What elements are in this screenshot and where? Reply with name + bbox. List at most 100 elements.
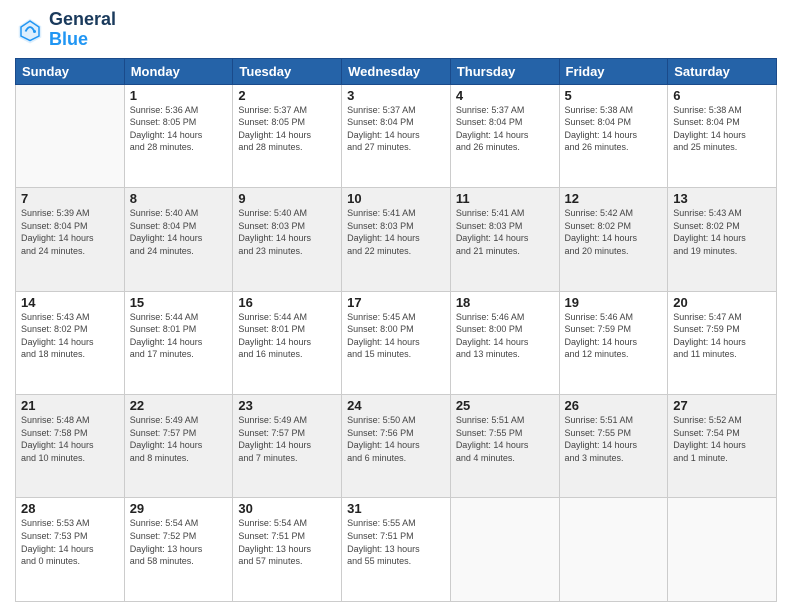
calendar-cell: 19Sunrise: 5:46 AM Sunset: 7:59 PM Dayli… (559, 291, 668, 394)
day-info: Sunrise: 5:37 AM Sunset: 8:05 PM Dayligh… (238, 104, 336, 154)
day-info: Sunrise: 5:37 AM Sunset: 8:04 PM Dayligh… (456, 104, 554, 154)
calendar-cell: 30Sunrise: 5:54 AM Sunset: 7:51 PM Dayli… (233, 498, 342, 602)
day-info: Sunrise: 5:43 AM Sunset: 8:02 PM Dayligh… (21, 311, 119, 361)
logo-text: General Blue (49, 10, 116, 50)
calendar-cell: 26Sunrise: 5:51 AM Sunset: 7:55 PM Dayli… (559, 395, 668, 498)
logo: General Blue (15, 10, 116, 50)
day-info: Sunrise: 5:55 AM Sunset: 7:51 PM Dayligh… (347, 517, 445, 567)
day-number: 13 (673, 191, 771, 206)
calendar-cell: 11Sunrise: 5:41 AM Sunset: 8:03 PM Dayli… (450, 188, 559, 291)
day-number: 21 (21, 398, 119, 413)
day-number: 3 (347, 88, 445, 103)
day-number: 2 (238, 88, 336, 103)
calendar-day-header: Friday (559, 58, 668, 84)
day-number: 23 (238, 398, 336, 413)
day-info: Sunrise: 5:49 AM Sunset: 7:57 PM Dayligh… (238, 414, 336, 464)
calendar-cell: 3Sunrise: 5:37 AM Sunset: 8:04 PM Daylig… (342, 84, 451, 187)
calendar-week-row: 1Sunrise: 5:36 AM Sunset: 8:05 PM Daylig… (16, 84, 777, 187)
calendar-cell: 20Sunrise: 5:47 AM Sunset: 7:59 PM Dayli… (668, 291, 777, 394)
calendar-cell: 15Sunrise: 5:44 AM Sunset: 8:01 PM Dayli… (124, 291, 233, 394)
day-number: 11 (456, 191, 554, 206)
day-number: 9 (238, 191, 336, 206)
calendar-cell: 18Sunrise: 5:46 AM Sunset: 8:00 PM Dayli… (450, 291, 559, 394)
calendar-cell: 5Sunrise: 5:38 AM Sunset: 8:04 PM Daylig… (559, 84, 668, 187)
calendar-cell: 14Sunrise: 5:43 AM Sunset: 8:02 PM Dayli… (16, 291, 125, 394)
day-number: 26 (565, 398, 663, 413)
day-info: Sunrise: 5:46 AM Sunset: 8:00 PM Dayligh… (456, 311, 554, 361)
calendar-day-header: Sunday (16, 58, 125, 84)
calendar-day-header: Monday (124, 58, 233, 84)
calendar-cell: 10Sunrise: 5:41 AM Sunset: 8:03 PM Dayli… (342, 188, 451, 291)
day-info: Sunrise: 5:54 AM Sunset: 7:52 PM Dayligh… (130, 517, 228, 567)
day-info: Sunrise: 5:41 AM Sunset: 8:03 PM Dayligh… (347, 207, 445, 257)
day-info: Sunrise: 5:53 AM Sunset: 7:53 PM Dayligh… (21, 517, 119, 567)
calendar-day-header: Thursday (450, 58, 559, 84)
calendar-table: SundayMondayTuesdayWednesdayThursdayFrid… (15, 58, 777, 602)
calendar-cell: 9Sunrise: 5:40 AM Sunset: 8:03 PM Daylig… (233, 188, 342, 291)
day-info: Sunrise: 5:46 AM Sunset: 7:59 PM Dayligh… (565, 311, 663, 361)
calendar-cell: 1Sunrise: 5:36 AM Sunset: 8:05 PM Daylig… (124, 84, 233, 187)
calendar-cell: 8Sunrise: 5:40 AM Sunset: 8:04 PM Daylig… (124, 188, 233, 291)
calendar-cell (16, 84, 125, 187)
calendar-day-header: Wednesday (342, 58, 451, 84)
calendar-week-row: 14Sunrise: 5:43 AM Sunset: 8:02 PM Dayli… (16, 291, 777, 394)
day-number: 7 (21, 191, 119, 206)
day-number: 18 (456, 295, 554, 310)
calendar-week-row: 7Sunrise: 5:39 AM Sunset: 8:04 PM Daylig… (16, 188, 777, 291)
day-number: 27 (673, 398, 771, 413)
calendar-cell: 21Sunrise: 5:48 AM Sunset: 7:58 PM Dayli… (16, 395, 125, 498)
day-number: 24 (347, 398, 445, 413)
day-info: Sunrise: 5:36 AM Sunset: 8:05 PM Dayligh… (130, 104, 228, 154)
header: General Blue (15, 10, 777, 50)
calendar-day-header: Tuesday (233, 58, 342, 84)
calendar-cell: 2Sunrise: 5:37 AM Sunset: 8:05 PM Daylig… (233, 84, 342, 187)
day-info: Sunrise: 5:43 AM Sunset: 8:02 PM Dayligh… (673, 207, 771, 257)
day-info: Sunrise: 5:40 AM Sunset: 8:03 PM Dayligh… (238, 207, 336, 257)
calendar-cell: 7Sunrise: 5:39 AM Sunset: 8:04 PM Daylig… (16, 188, 125, 291)
calendar-week-row: 21Sunrise: 5:48 AM Sunset: 7:58 PM Dayli… (16, 395, 777, 498)
day-number: 10 (347, 191, 445, 206)
calendar-cell: 12Sunrise: 5:42 AM Sunset: 8:02 PM Dayli… (559, 188, 668, 291)
calendar-cell: 17Sunrise: 5:45 AM Sunset: 8:00 PM Dayli… (342, 291, 451, 394)
day-info: Sunrise: 5:51 AM Sunset: 7:55 PM Dayligh… (456, 414, 554, 464)
day-info: Sunrise: 5:44 AM Sunset: 8:01 PM Dayligh… (238, 311, 336, 361)
day-info: Sunrise: 5:38 AM Sunset: 8:04 PM Dayligh… (673, 104, 771, 154)
calendar-cell: 13Sunrise: 5:43 AM Sunset: 8:02 PM Dayli… (668, 188, 777, 291)
day-number: 29 (130, 501, 228, 516)
day-info: Sunrise: 5:48 AM Sunset: 7:58 PM Dayligh… (21, 414, 119, 464)
day-number: 6 (673, 88, 771, 103)
calendar-cell (668, 498, 777, 602)
calendar-day-header: Saturday (668, 58, 777, 84)
day-number: 28 (21, 501, 119, 516)
calendar-cell: 24Sunrise: 5:50 AM Sunset: 7:56 PM Dayli… (342, 395, 451, 498)
day-info: Sunrise: 5:50 AM Sunset: 7:56 PM Dayligh… (347, 414, 445, 464)
day-number: 8 (130, 191, 228, 206)
calendar-cell: 31Sunrise: 5:55 AM Sunset: 7:51 PM Dayli… (342, 498, 451, 602)
day-info: Sunrise: 5:37 AM Sunset: 8:04 PM Dayligh… (347, 104, 445, 154)
day-number: 15 (130, 295, 228, 310)
day-info: Sunrise: 5:45 AM Sunset: 8:00 PM Dayligh… (347, 311, 445, 361)
calendar-cell: 22Sunrise: 5:49 AM Sunset: 7:57 PM Dayli… (124, 395, 233, 498)
day-number: 20 (673, 295, 771, 310)
day-number: 16 (238, 295, 336, 310)
day-number: 25 (456, 398, 554, 413)
day-number: 5 (565, 88, 663, 103)
calendar-cell: 28Sunrise: 5:53 AM Sunset: 7:53 PM Dayli… (16, 498, 125, 602)
day-info: Sunrise: 5:42 AM Sunset: 8:02 PM Dayligh… (565, 207, 663, 257)
day-info: Sunrise: 5:38 AM Sunset: 8:04 PM Dayligh… (565, 104, 663, 154)
day-info: Sunrise: 5:52 AM Sunset: 7:54 PM Dayligh… (673, 414, 771, 464)
calendar-cell: 29Sunrise: 5:54 AM Sunset: 7:52 PM Dayli… (124, 498, 233, 602)
day-number: 14 (21, 295, 119, 310)
day-number: 17 (347, 295, 445, 310)
page: General Blue SundayMondayTuesdayWednesda… (0, 0, 792, 612)
day-info: Sunrise: 5:51 AM Sunset: 7:55 PM Dayligh… (565, 414, 663, 464)
calendar-week-row: 28Sunrise: 5:53 AM Sunset: 7:53 PM Dayli… (16, 498, 777, 602)
day-info: Sunrise: 5:40 AM Sunset: 8:04 PM Dayligh… (130, 207, 228, 257)
calendar-cell: 4Sunrise: 5:37 AM Sunset: 8:04 PM Daylig… (450, 84, 559, 187)
calendar-cell: 16Sunrise: 5:44 AM Sunset: 8:01 PM Dayli… (233, 291, 342, 394)
calendar-cell (450, 498, 559, 602)
day-info: Sunrise: 5:39 AM Sunset: 8:04 PM Dayligh… (21, 207, 119, 257)
day-number: 1 (130, 88, 228, 103)
day-number: 22 (130, 398, 228, 413)
day-info: Sunrise: 5:44 AM Sunset: 8:01 PM Dayligh… (130, 311, 228, 361)
